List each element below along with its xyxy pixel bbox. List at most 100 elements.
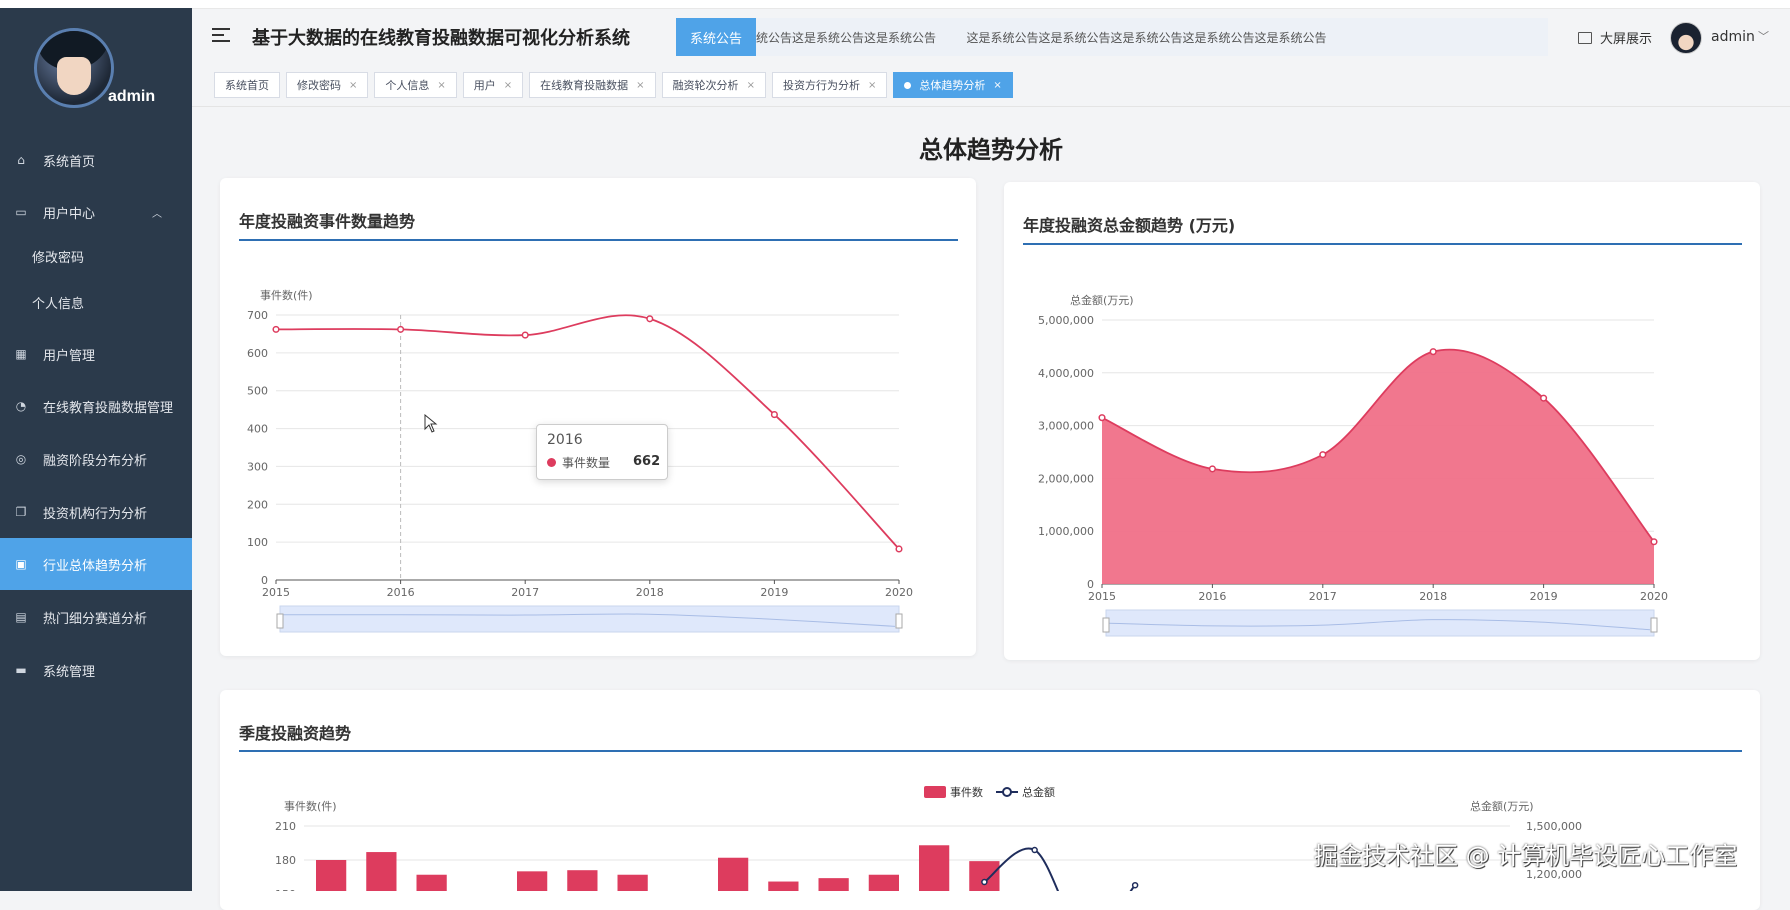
notice-bar: 系统公告 统公告这是系统公告这是系统公告 这是系统公告这是系统公告这是系统公告这…: [676, 18, 1548, 56]
sidebar-item-label: 系统首页: [43, 154, 96, 170]
total-amount-chart[interactable]: 01,000,0002,000,0003,000,0004,000,0005,0…: [1004, 182, 1760, 660]
briefcase-icon: ▤: [15, 610, 27, 624]
y2-tick-label: 1,500,000: [1526, 820, 1582, 833]
event-count-card: 年度投融资事件数量趋势 0 100 200 300 400 500 600 700 事件数(件)…: [220, 178, 976, 656]
x-tick-label: 2018: [636, 586, 664, 599]
grid-icon: ▦: [15, 347, 27, 361]
zoom-handle-left: [1102, 617, 1110, 633]
chevron-down-icon[interactable]: ﹀: [1758, 28, 1769, 44]
y-axis-label: 事件数(件): [284, 800, 337, 813]
zoom-handle-left: [276, 613, 284, 629]
tab-trend-analysis[interactable]: 总体趋势分析 ×: [893, 72, 1013, 98]
card-icon: ▭: [15, 205, 27, 219]
sidebar-item-label: 个人信息: [32, 296, 85, 312]
sidebar-username: admin: [108, 88, 156, 105]
sidebar-item-system[interactable]: ▬ 系统管理: [0, 644, 192, 696]
close-icon[interactable]: ×: [636, 80, 644, 91]
menu-toggle-icon[interactable]: [212, 28, 230, 42]
close-icon[interactable]: ×: [437, 80, 445, 91]
y-tick-label: 2,000,000: [1038, 472, 1094, 485]
x-tick-label: 2015: [262, 586, 290, 599]
y-tick-label: 300: [247, 460, 268, 473]
zoom-handle-right: [895, 613, 903, 629]
y-tick-label: 600: [247, 347, 268, 360]
y-axis-label: 总金额(万元): [1070, 293, 1134, 307]
sidebar-item-label: 用户管理: [43, 348, 96, 364]
bar: [366, 852, 397, 891]
tab-round-analysis[interactable]: 融资轮次分析 ×: [661, 72, 766, 98]
tab-edu-data[interactable]: 在线教育投融数据 ×: [529, 72, 656, 98]
y-axis-label: 事件数(件): [260, 289, 313, 302]
chat-icon: ▬: [15, 663, 27, 677]
zoom-slider: [279, 605, 900, 633]
sidebar-avatar: [34, 28, 114, 108]
sidebar-item-users[interactable]: ▦ 用户管理: [0, 328, 192, 380]
data-point: [981, 878, 988, 886]
event-count-chart[interactable]: 0100200300400500600700事件数(件)2015 2016 2017…: [220, 178, 976, 656]
tab-investor-behavior[interactable]: 投资方行为分析 ×: [771, 72, 888, 98]
y-tick-label: 100: [247, 536, 268, 549]
bar: [868, 874, 899, 891]
bar: [969, 861, 1000, 891]
quarterly-card: 季度投融资趋势 事件数总金额事件数(件)总金额(万元)2101801501,50…: [220, 690, 1760, 910]
sidebar-item-profile[interactable]: 个人信息: [0, 276, 192, 328]
sidebar-item-change-password[interactable]: 修改密码: [0, 230, 192, 282]
sidebar-item-home[interactable]: ⌂ 系统首页: [0, 134, 192, 186]
mouse-cursor-icon: [424, 414, 438, 433]
sidebar-item-stage-analysis[interactable]: ◎ 融资阶段分布分析: [0, 433, 192, 485]
x-tick-label: 2016: [387, 586, 415, 599]
close-icon[interactable]: ×: [747, 80, 755, 91]
tab-label: 融资轮次分析: [672, 79, 739, 92]
y-tick-label: 3,000,000: [1038, 420, 1094, 433]
settings-icon: ◎: [15, 452, 27, 466]
tab-label: 在线教育投融数据: [540, 79, 629, 92]
close-icon[interactable]: ×: [993, 80, 1001, 91]
x-tick-label: 2015: [1088, 590, 1116, 603]
copy-icon: ❐: [15, 505, 27, 519]
close-icon[interactable]: ×: [868, 80, 876, 91]
sidebar-item-track-analysis[interactable]: ▤ 热门细分赛道分析: [0, 591, 192, 643]
data-point: [1319, 451, 1327, 459]
legend-swatch-bar: [924, 786, 946, 798]
tab-users[interactable]: 用户 ×: [462, 72, 524, 98]
bar: [768, 881, 799, 891]
close-icon[interactable]: ×: [504, 80, 512, 91]
sidebar-item-data-management[interactable]: ◔ 在线教育投融数据管理: [0, 380, 192, 432]
bar: [316, 860, 347, 891]
sidebar-item-label: 热门细分赛道分析: [43, 611, 148, 627]
tab-label: 总体趋势分析: [919, 79, 986, 92]
bar: [517, 871, 548, 891]
sidebar: admin ⌂ 系统首页 ▭ 用户中心 ︿ 修改密码 个人信息 ▦ 用户管理 ◔ 在线教…: [0, 8, 192, 891]
notice-label: 系统公告: [676, 18, 756, 56]
y-tick-label: 5,000,000: [1038, 314, 1094, 327]
active-dot-icon: [904, 81, 912, 89]
tab-bar: 系统首页 修改密码 × 个人信息 × 用户 × 在线教育投融数据 × 融资轮次分析 × 投…: [214, 72, 1019, 98]
big-screen-button[interactable]: 大屏展示: [1578, 28, 1652, 47]
tooltip-series-name: 事件数量: [562, 456, 611, 470]
avatar[interactable]: [1670, 22, 1702, 54]
close-icon[interactable]: ×: [349, 80, 357, 91]
x-tick-label: 2017: [1309, 590, 1337, 603]
y-tick-label: 400: [247, 423, 268, 436]
tab-label: 系统首页: [225, 79, 269, 92]
y-tick-label: 4,000,000: [1038, 367, 1094, 380]
data-point: [1208, 465, 1216, 473]
tab-change-password[interactable]: 修改密码 ×: [286, 72, 369, 98]
bar: [617, 874, 648, 891]
sidebar-item-label: 融资阶段分布分析: [43, 453, 148, 469]
sidebar-item-label: 系统管理: [43, 664, 96, 680]
user-menu[interactable]: admin: [1711, 29, 1755, 45]
data-point: [397, 325, 405, 333]
data-point: [770, 411, 778, 419]
tab-label: 修改密码: [297, 79, 341, 92]
sidebar-item-trend-analysis[interactable]: ▣ 行业总体趋势分析: [0, 538, 192, 590]
tab-home[interactable]: 系统首页: [214, 72, 280, 98]
y-tick-label: 210: [275, 820, 296, 833]
zoom-slider: [1105, 609, 1655, 637]
sidebar-item-investor-analysis[interactable]: ❐ 投资机构行为分析: [0, 486, 192, 538]
data-point: [895, 545, 903, 553]
tooltip-value: 662: [633, 454, 661, 469]
data-point: [1429, 348, 1437, 356]
watermark: 掘金技术社区 @ 计算机毕设匠心工作室: [1314, 842, 1738, 870]
tab-profile[interactable]: 个人信息 ×: [374, 72, 457, 98]
